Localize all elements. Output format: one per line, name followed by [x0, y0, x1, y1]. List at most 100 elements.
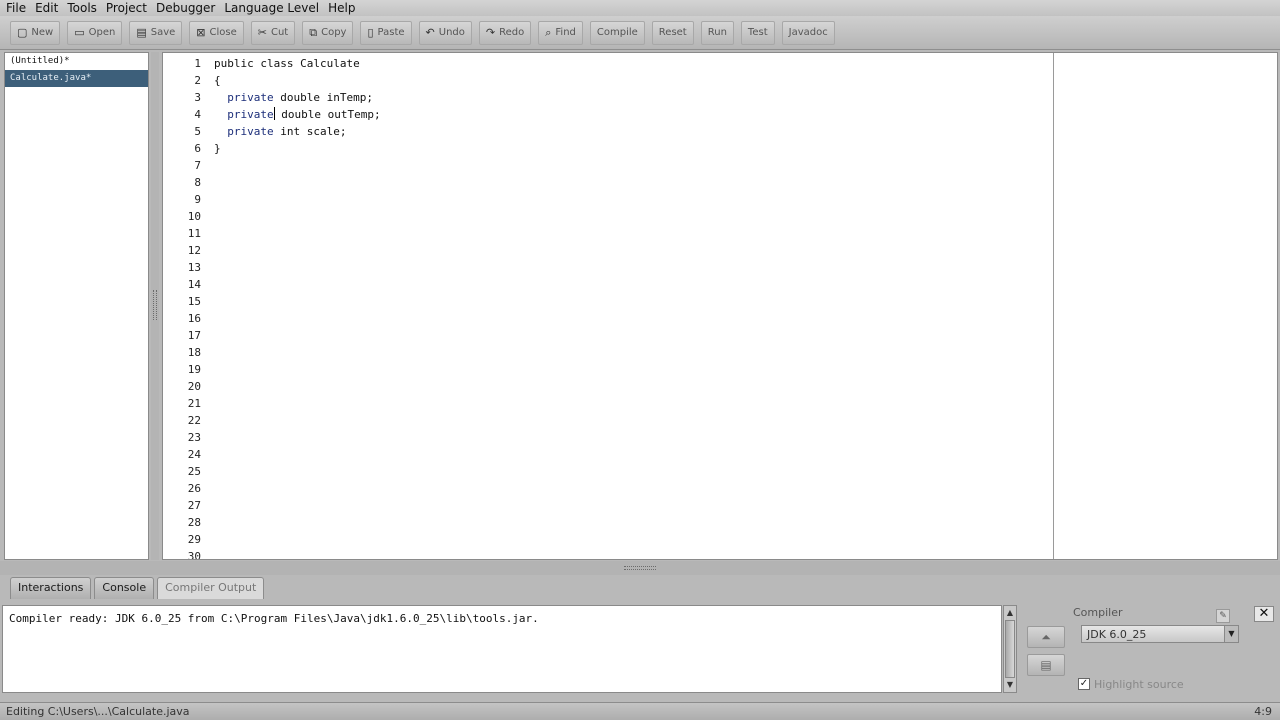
clear-icon: ▤ [1040, 658, 1052, 672]
code-keyword: private [214, 91, 281, 104]
tab-interactions[interactable]: Interactions [10, 577, 92, 599]
right-margin-line [1053, 53, 1054, 559]
toolbar-button-label: Save [150, 27, 176, 38]
toolbar-button-label: Run [707, 27, 727, 38]
status-message: Editing C:\Users\...\Calculate.java [6, 705, 190, 718]
compile-all-button[interactable]: ⏶ [1027, 626, 1065, 648]
find-icon: ⌕ [545, 25, 552, 39]
close-button[interactable]: ⊠ Close [189, 20, 244, 45]
document-item[interactable]: (Untitled)* [5, 53, 148, 70]
scroll-up-icon[interactable]: ▲ [1005, 608, 1015, 618]
reset-button[interactable]: Reset [651, 20, 694, 45]
compiler-output-pane[interactable]: Compiler ready: JDK 6.0_25 from C:\Progr… [2, 605, 1002, 693]
line-number: 26 [187, 482, 201, 495]
code-line[interactable]: { [214, 72, 1050, 89]
code-line[interactable]: private int scale; [214, 123, 1050, 140]
compile-button[interactable]: Compile [589, 20, 645, 45]
line-number: 28 [187, 516, 201, 529]
find-button[interactable]: ⌕ Find [538, 20, 583, 45]
line-number: 1 [194, 57, 201, 70]
paste-button[interactable]: ▯ Paste [360, 20, 412, 45]
code-line[interactable]: } [214, 140, 1050, 157]
code-keyword: private [214, 108, 274, 121]
line-number: 4 [194, 108, 201, 121]
code-token: double outTemp; [274, 108, 381, 121]
toolbar-button-label: Undo [438, 27, 465, 38]
scroll-down-icon[interactable]: ▼ [1005, 680, 1015, 690]
document-list: (Untitled)* Calculate.java* [4, 52, 149, 560]
line-number: 5 [194, 125, 201, 138]
line-number: 30 [187, 550, 201, 560]
toolbar-button-label: Cut [270, 27, 289, 38]
document-item[interactable]: Calculate.java* [5, 70, 148, 87]
toolbar-button-label: Copy [321, 27, 347, 38]
redo-button[interactable]: ↷ Redo [478, 20, 532, 45]
line-number: 9 [194, 193, 201, 206]
toolbar-button-label: Javadoc [788, 27, 828, 38]
line-number: 10 [187, 210, 201, 223]
toolbar-button-label: Close [209, 27, 237, 38]
undo-button[interactable]: ↶ Undo [418, 20, 472, 45]
javadoc-button[interactable]: Javadoc [781, 20, 835, 45]
line-number: 3 [194, 91, 201, 104]
line-number: 21 [187, 397, 201, 410]
output-scrollbar[interactable]: ▲ ▼ [1003, 605, 1017, 693]
toolbar-button-label: Find [555, 27, 576, 38]
open-button[interactable]: ▭ Open [67, 20, 123, 45]
redo-icon: ↷ [485, 26, 496, 39]
code-editor[interactable]: 1 2 3 4 5 6 7 8 9 10 11 12 13 14 15 16 17 18 19 20 21 22 23 24 2… [162, 52, 1278, 560]
scroll-thumb[interactable] [1005, 620, 1015, 678]
test-button[interactable]: Test [740, 20, 775, 45]
line-number: 12 [187, 244, 201, 257]
code-keyword: private [214, 125, 281, 138]
splitter-grip[interactable] [624, 566, 656, 570]
cut-icon: ✂ [257, 26, 267, 39]
edit-icon[interactable]: ✎ [1216, 609, 1230, 623]
menu-tools[interactable]: Tools [67, 1, 97, 15]
code-line[interactable]: private double inTemp; [214, 89, 1050, 106]
save-icon: ▤ [136, 26, 147, 39]
cut-button[interactable]: ✂ Cut [250, 20, 296, 45]
clear-output-button[interactable]: ▤ [1027, 654, 1065, 676]
highlight-source-checkbox[interactable]: ✓ [1078, 678, 1090, 690]
tab-console[interactable]: Console [94, 577, 155, 599]
line-number: 25 [187, 465, 201, 478]
toolbar: ▢ New ▭ Open ▤ Save ⊠ Close ✂ Cut ⧉ Copy ▯ Paste ↶ Undo… [0, 16, 1280, 50]
close-pane-button[interactable]: ✕ [1254, 606, 1274, 622]
toolbar-button-label: Redo [499, 27, 525, 38]
line-number: 7 [194, 159, 201, 172]
code-line[interactable]: public class Calculate [214, 55, 1050, 72]
compiler-select[interactable]: JDK 6.0_25 ▼ [1081, 625, 1239, 643]
line-number: 8 [194, 176, 201, 189]
code-token: public class Calculate [214, 57, 360, 70]
line-number: 11 [187, 227, 201, 240]
new-button[interactable]: ▢ New [10, 20, 61, 45]
code-token: { [214, 74, 221, 87]
toolbar-button-label: Reset [658, 27, 687, 38]
toolbar-button-label: New [31, 27, 54, 38]
menu-project[interactable]: Project [106, 1, 147, 15]
chevron-down-icon[interactable]: ▼ [1224, 626, 1238, 642]
highlight-source-label: Highlight source [1094, 678, 1184, 691]
code-line[interactable]: private double outTemp; [214, 106, 1050, 123]
line-number: 19 [187, 363, 201, 376]
menu-debugger[interactable]: Debugger [156, 1, 215, 15]
vertical-splitter[interactable] [151, 52, 159, 560]
code-area[interactable]: public class Calculate { private double i… [214, 55, 1050, 157]
bottom-tabs: Interactions Console Compiler Output [10, 577, 267, 599]
copy-button[interactable]: ⧉ Copy [302, 20, 354, 45]
new-file-icon: ▢ [17, 26, 28, 39]
run-button[interactable]: Run [700, 20, 734, 45]
cursor-position: 4:9 [1254, 705, 1272, 718]
menu-language-level[interactable]: Language Level [224, 1, 319, 15]
tab-compiler-output[interactable]: Compiler Output [157, 577, 265, 599]
menu-help[interactable]: Help [328, 1, 355, 15]
menu-bar: File Edit Tools Project Debugger Language Lev… [0, 0, 1280, 16]
line-number: 23 [187, 431, 201, 444]
splitter-grip[interactable] [153, 290, 157, 320]
menu-edit[interactable]: Edit [35, 1, 58, 15]
save-button[interactable]: ▤ Save [129, 20, 183, 45]
line-number: 29 [187, 533, 201, 546]
menu-file[interactable]: File [6, 1, 26, 15]
horizontal-splitter[interactable] [0, 561, 1280, 575]
